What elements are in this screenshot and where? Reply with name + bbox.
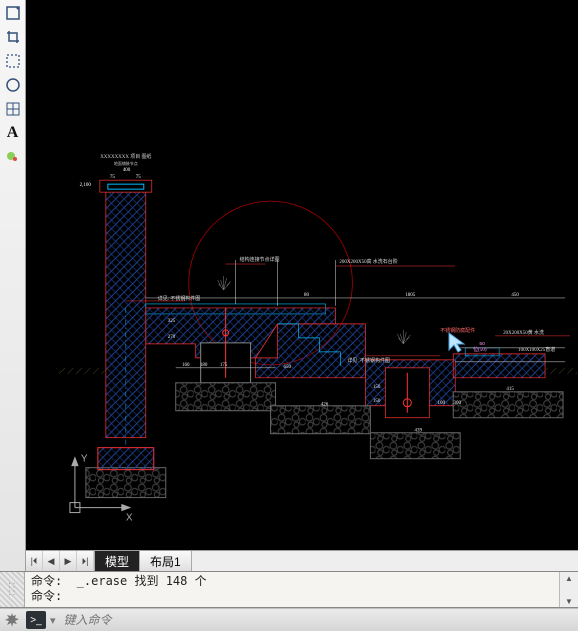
svg-text:415: 415	[506, 387, 514, 392]
svg-text:结构连接节点详图: 结构连接节点详图	[240, 256, 280, 263]
svg-text:X: X	[126, 513, 133, 524]
svg-text:439: 439	[415, 429, 423, 434]
svg-text:160: 160	[182, 363, 190, 368]
svg-text:100: 100	[438, 401, 446, 406]
tab-first-button[interactable]: |⏴	[26, 551, 43, 571]
svg-text:100X100X25盲道: 100X100X25盲道	[518, 346, 555, 353]
svg-text:50: 50	[479, 341, 485, 347]
main-section: 50	[146, 276, 563, 459]
crop-icon[interactable]	[2, 26, 24, 48]
work-row: A	[0, 0, 578, 571]
command-grip[interactable]: ::::	[0, 572, 25, 607]
svg-text:XXXXXXXX 项目 图纸: XXXXXXXX 项目 图纸	[100, 153, 151, 160]
tab-nav: |⏴ ◀ ▶ ⏵|	[26, 551, 95, 571]
svg-text:180: 180	[200, 363, 208, 368]
svg-text:75: 75	[136, 175, 141, 180]
svg-text:位(50): 位(50)	[473, 346, 487, 353]
cmd-line-2: 命令:	[31, 589, 62, 603]
text-tool[interactable]: A	[2, 122, 24, 144]
svg-text:2,100: 2,100	[80, 183, 92, 188]
command-input[interactable]	[62, 610, 574, 630]
left-toolbox: A	[0, 0, 26, 571]
svg-text:325: 325	[168, 319, 176, 324]
svg-text:150: 150	[373, 399, 381, 404]
tab-layout1[interactable]: 布局1	[140, 551, 192, 571]
svg-text:详见: 不锈钢构件图: 详见: 不锈钢构件图	[158, 295, 201, 302]
marquee-icon[interactable]	[2, 50, 24, 72]
svg-text:1805: 1805	[405, 293, 415, 298]
command-history[interactable]: 命令: _.erase 找到 148 个 命令:	[25, 572, 559, 607]
tab-layout1-label: 布局1	[150, 553, 181, 570]
grid-icon[interactable]	[2, 98, 24, 120]
svg-text:Y: Y	[81, 454, 88, 465]
svg-text:650: 650	[284, 365, 292, 370]
cmd-line-1: 命令: _.erase 找到 148 个	[31, 574, 207, 588]
cmd-dropdown-icon[interactable]: ▾	[46, 614, 58, 627]
svg-text:150: 150	[373, 385, 381, 390]
svg-text:270: 270	[168, 335, 176, 340]
tab-model[interactable]: 模型	[95, 551, 140, 571]
svg-text:75: 75	[110, 175, 115, 180]
app-root: A	[0, 0, 578, 631]
tab-model-label: 模型	[105, 553, 129, 570]
svg-text:175: 175	[220, 363, 228, 368]
circle-select-icon[interactable]	[2, 74, 24, 96]
cad-drawing: 2,100 75 75 400 XXXXXXXX 项目 图纸 地面铺装节点	[26, 0, 578, 550]
svg-text:80: 80	[304, 293, 309, 298]
svg-text:200X200X50高 水洗石台阶: 200X200X50高 水洗石台阶	[339, 258, 397, 265]
tab-prev-button[interactable]: ◀	[43, 551, 60, 571]
command-prompt-icon[interactable]: >_	[26, 611, 46, 629]
svg-text:450: 450	[511, 293, 519, 298]
drawing-canvas[interactable]: 2,100 75 75 400 XXXXXXXX 项目 图纸 地面铺装节点	[26, 0, 578, 550]
svg-text:426: 426	[321, 403, 329, 408]
command-window: :::: 命令: _.erase 找到 148 个 命令: ▲ ▼	[0, 571, 578, 608]
canvas-wrap: 2,100 75 75 400 XXXXXXXX 项目 图纸 地面铺装节点	[26, 0, 578, 571]
tab-next-button[interactable]: ▶	[60, 551, 77, 571]
svg-text:详见: 不锈钢构件图: 详见: 不锈钢构件图	[347, 357, 390, 364]
model-tabs: |⏴ ◀ ▶ ⏵| 模型 布局1	[26, 550, 578, 571]
svg-text:地面铺装节点: 地面铺装节点	[114, 160, 138, 166]
command-input-row: >_ ▾	[0, 608, 578, 631]
tab-last-button[interactable]: ⏵|	[77, 551, 94, 571]
svg-text:不锈钢防腐配件: 不锈钢防腐配件	[440, 327, 475, 334]
color-tool[interactable]	[2, 146, 24, 168]
svg-text:300: 300	[453, 401, 461, 406]
svg-text:400: 400	[123, 168, 131, 173]
rect-select-icon[interactable]	[2, 2, 24, 24]
customize-icon[interactable]	[0, 609, 24, 631]
command-scrollbar[interactable]: ▲ ▼	[559, 572, 578, 607]
svg-text:20X200X50黄 水洗: 20X200X50黄 水洗	[503, 329, 544, 336]
